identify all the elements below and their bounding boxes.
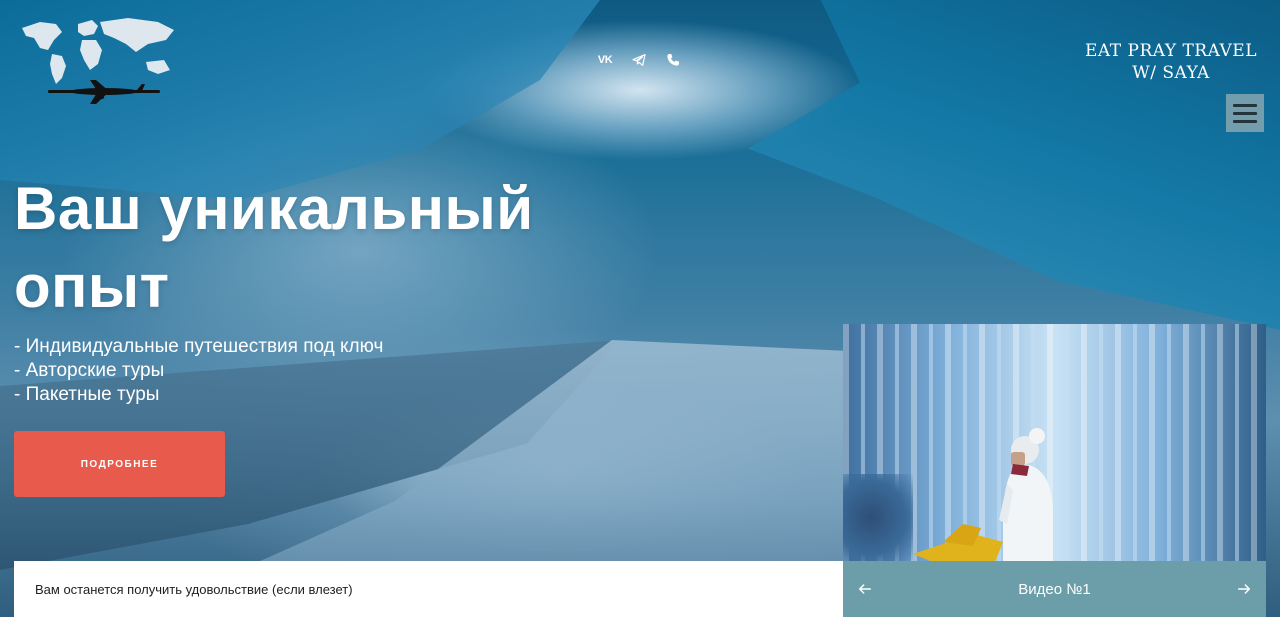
hero-headline: Ваш уникальный опыт: [14, 175, 534, 320]
brand-line-1: EAT PRAY TRAVEL: [1085, 41, 1257, 61]
brand-name[interactable]: EAT PRAY TRAVEL W/ SAYA: [1076, 40, 1266, 84]
vk-icon[interactable]: VK: [596, 50, 614, 70]
hamburger-menu-button[interactable]: [1226, 94, 1264, 132]
video-navigation-bar: Видео №1: [843, 561, 1266, 617]
list-item: - Авторские туры: [14, 360, 165, 381]
hamburger-icon-bar: [1233, 103, 1257, 107]
person-in-ice-cave: [913, 428, 1053, 561]
caption-bar: Вам останется получить удовольствие (есл…: [14, 561, 843, 617]
video-title[interactable]: Видео №1: [1018, 581, 1090, 598]
more-info-button[interactable]: ПОДРОБНЕЕ: [14, 431, 225, 497]
arrow-right-icon[interactable]: [1234, 579, 1254, 599]
social-links: VK: [596, 50, 682, 70]
telegram-icon[interactable]: [630, 50, 648, 70]
list-item: - Пакетные туры: [14, 384, 160, 405]
world-map-plane-logo[interactable]: [18, 14, 178, 106]
list-item: - Индивидуальные путешествия под ключ: [14, 336, 384, 357]
arrow-left-icon[interactable]: [855, 579, 875, 599]
tour-types-list: - Индивидуальные путешествия под ключ - …: [14, 335, 383, 407]
brand-line-2: W/ SAYA: [1132, 63, 1210, 83]
hamburger-icon-bar: [1233, 119, 1257, 123]
caption-text: Вам останется получить удовольствие (есл…: [35, 581, 353, 597]
hamburger-icon-bar: [1233, 111, 1257, 115]
video-thumbnail[interactable]: [843, 324, 1266, 561]
phone-icon[interactable]: [664, 50, 682, 70]
